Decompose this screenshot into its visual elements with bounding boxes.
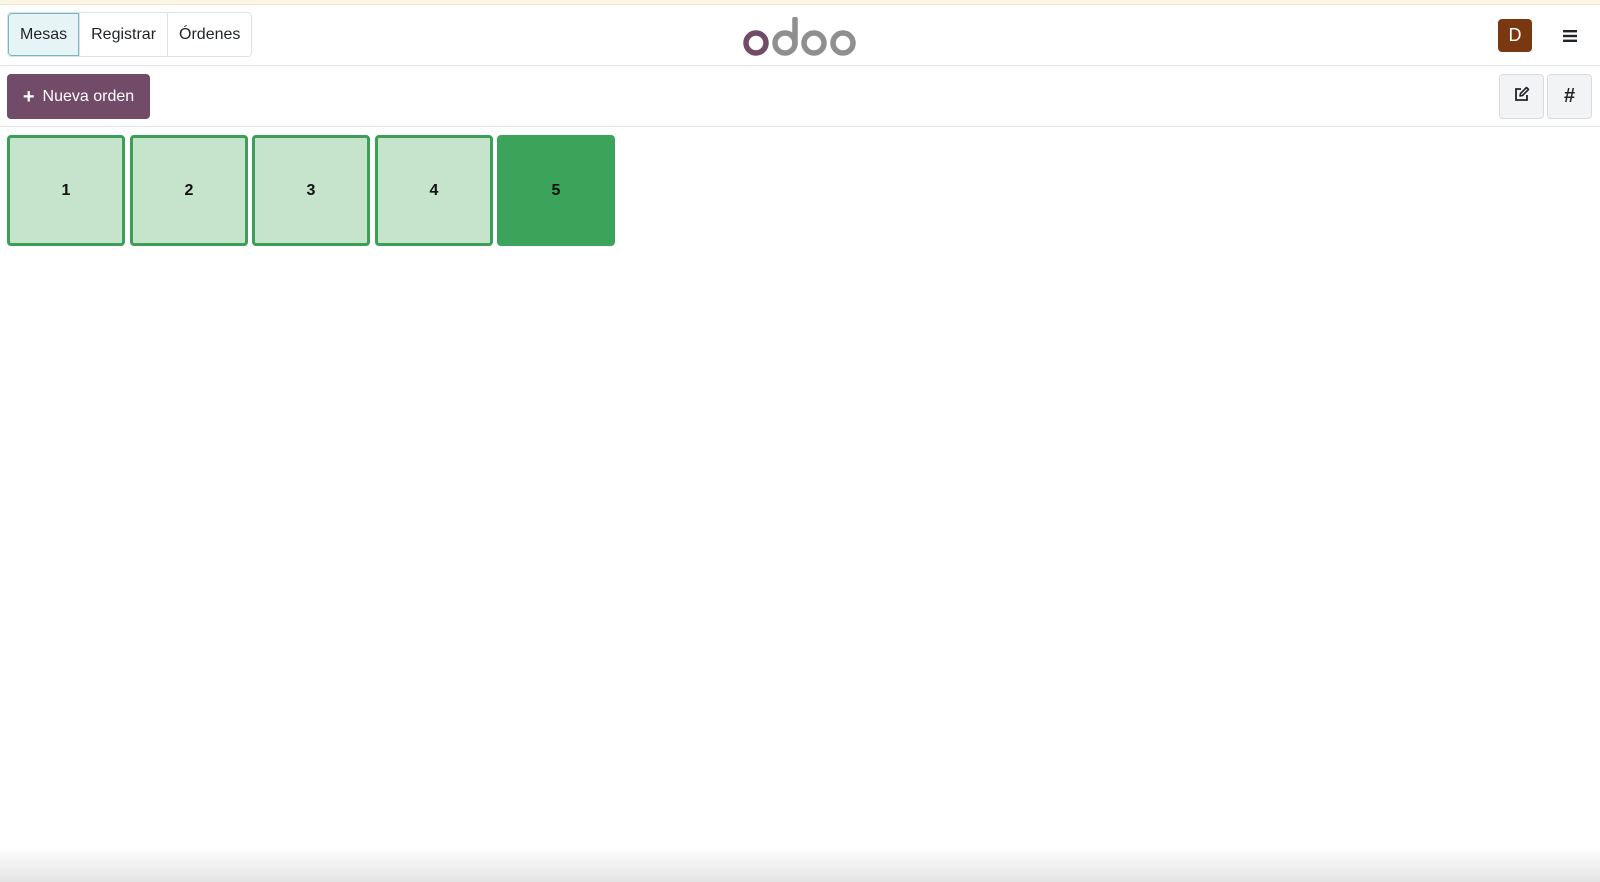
edit-floor-button[interactable]	[1499, 74, 1544, 119]
odoo-logo	[743, 16, 857, 59]
table-tile[interactable]: 1	[7, 135, 125, 246]
table-tile[interactable]: 3	[252, 135, 370, 246]
table-number: 2	[184, 181, 194, 199]
table-number-button[interactable]: #	[1547, 74, 1592, 119]
table-number: 3	[306, 181, 316, 199]
new-order-label: Nueva orden	[42, 87, 135, 105]
view-tabs: Mesas Registrar Órdenes	[7, 12, 253, 57]
new-order-button[interactable]: + Nueva orden	[7, 74, 150, 119]
table-number: 4	[429, 181, 439, 199]
table-number: 5	[551, 181, 561, 199]
floor-toolbar: + Nueva orden #	[0, 66, 1600, 127]
hamburger-menu-icon[interactable]	[1558, 25, 1582, 47]
tab-mesas[interactable]: Mesas	[8, 13, 80, 56]
table-number: 1	[61, 181, 71, 199]
top-navbar: Mesas Registrar Órdenes D	[0, 5, 1600, 66]
hash-icon: #	[1563, 85, 1576, 107]
user-avatar[interactable]: D	[1498, 19, 1532, 52]
table-tile-occupied[interactable]: 5	[497, 135, 615, 246]
tab-ordenes[interactable]: Órdenes	[167, 13, 252, 56]
bottom-shadow	[0, 846, 1600, 882]
table-tile[interactable]: 2	[130, 135, 248, 246]
plus-icon: +	[22, 85, 35, 108]
edit-icon	[1513, 86, 1530, 108]
tab-registrar[interactable]: Registrar	[79, 13, 168, 56]
table-tile[interactable]: 4	[375, 135, 493, 246]
